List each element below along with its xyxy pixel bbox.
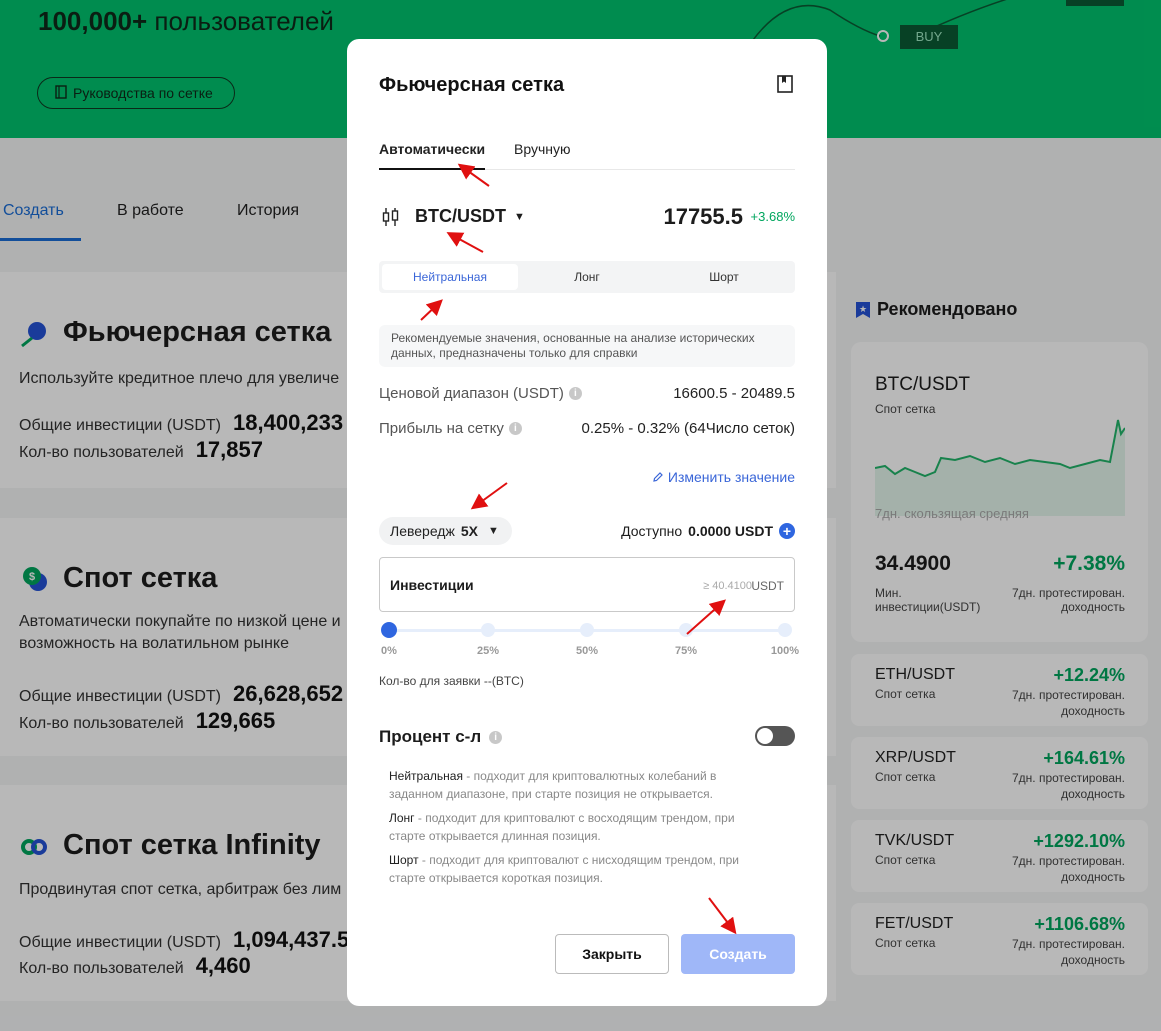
leverage-selector[interactable]: Левередж 5X ▼ bbox=[379, 517, 512, 545]
recommendation-note: Рекомендуемые значения, основанные на ан… bbox=[379, 325, 795, 367]
pair-price: 17755.5 bbox=[663, 204, 743, 229]
add-funds-icon[interactable]: + bbox=[779, 523, 795, 539]
explanation-neutral: Нейтральная - подходит для криптовалютны… bbox=[389, 769, 717, 801]
slider-stop[interactable] bbox=[778, 623, 792, 637]
strategy-short[interactable]: Шорт bbox=[656, 264, 792, 290]
info-icon[interactable]: i bbox=[508, 422, 522, 435]
slider-handle[interactable] bbox=[381, 622, 397, 638]
slider-label: 0% bbox=[381, 645, 397, 657]
tpsl-toggle[interactable] bbox=[755, 726, 795, 746]
investment-slider[interactable] bbox=[381, 622, 792, 638]
investment-unit: USDT bbox=[751, 579, 784, 593]
tab-automatic[interactable]: Автоматически bbox=[379, 141, 485, 157]
slider-stop[interactable] bbox=[679, 623, 693, 637]
caret-down-icon: ▼ bbox=[514, 210, 525, 223]
strategy-neutral[interactable]: Нейтральная bbox=[382, 264, 518, 290]
order-qty: Кол-во для заявки --(BTC) bbox=[379, 674, 524, 688]
explanation-short: Шорт - подходит для криптовалют с нисход… bbox=[389, 853, 739, 885]
info-icon[interactable]: i bbox=[489, 730, 503, 744]
tab-manual[interactable]: Вручную bbox=[514, 141, 571, 157]
edit-value-link[interactable]: Изменить значение bbox=[652, 469, 795, 485]
pair-row: BTC/USDT ▼ 17755.5 +3.68% bbox=[379, 204, 795, 230]
explanation-long: Лонг - подходит для криптовалют с восход… bbox=[389, 811, 735, 843]
available-balance: Доступно 0.0000 USDT + bbox=[621, 523, 795, 539]
strategy-selector: Нейтральная Лонг Шорт bbox=[379, 261, 795, 293]
mode-tab-underline bbox=[379, 168, 485, 170]
modal-title: Фьючерсная сетка bbox=[379, 74, 565, 96]
info-icon[interactable]: i bbox=[568, 387, 582, 400]
slider-stop[interactable] bbox=[580, 623, 594, 637]
close-button[interactable]: Закрыть bbox=[555, 934, 669, 974]
mode-tabs: Автоматически Вручную bbox=[379, 141, 795, 170]
investment-placeholder: ≥ 40.4100 bbox=[703, 580, 752, 592]
guide-book-icon[interactable] bbox=[777, 75, 793, 93]
slider-label: 75% bbox=[674, 645, 698, 657]
slider-label: 50% bbox=[575, 645, 599, 657]
pair-selector[interactable]: BTC/USDT ▼ bbox=[415, 206, 525, 227]
create-button[interactable]: Создать bbox=[681, 934, 795, 974]
strategy-long[interactable]: Лонг bbox=[519, 264, 655, 290]
investment-input[interactable]: Инвестиции ≥ 40.4100 USDT bbox=[379, 557, 795, 612]
slider-stop[interactable] bbox=[481, 623, 495, 637]
futures-grid-modal: Фьючерсная сетка Автоматически Вручную B… bbox=[347, 39, 827, 1006]
caret-down-icon: ▼ bbox=[487, 525, 499, 537]
tpsl-row: Процент с-л i bbox=[379, 727, 503, 747]
slider-label: 100% bbox=[770, 645, 800, 657]
pencil-icon bbox=[653, 472, 663, 482]
slider-label: 25% bbox=[476, 645, 500, 657]
pair-change: +3.68% bbox=[750, 209, 795, 224]
candlestick-icon bbox=[382, 208, 399, 226]
